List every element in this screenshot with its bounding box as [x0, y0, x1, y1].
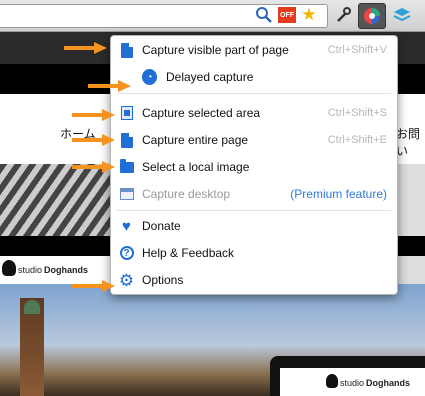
screenshot-extension-button[interactable] — [358, 3, 386, 29]
capture-menu: Capture visible part of page Ctrl+Shift+… — [110, 35, 398, 295]
tower-dome — [24, 300, 40, 314]
brand-name: Doghands — [366, 378, 410, 388]
menu-item-label: Delayed capture — [166, 70, 254, 84]
menu-item-label: Options — [142, 273, 184, 287]
menu-divider — [117, 93, 391, 94]
menu-item-options[interactable]: ⚙ Options — [111, 268, 397, 292]
annotation-arrow-icon — [72, 280, 115, 292]
menu-item-capture-selected[interactable]: Capture selected area Ctrl+Shift+S — [111, 101, 397, 125]
nav-link-contact[interactable]: お問い — [396, 125, 425, 159]
help-icon: ? — [119, 245, 134, 261]
menu-item-select-local-image[interactable]: Select a local image — [111, 155, 397, 179]
menu-item-label: Capture entire page — [142, 133, 249, 147]
menu-item-label: Donate — [142, 219, 181, 233]
menu-item-capture-visible[interactable]: Capture visible part of page Ctrl+Shift+… — [111, 38, 397, 62]
shortcut-label: Ctrl+Shift+S — [327, 107, 387, 119]
dog-logo-icon — [326, 374, 338, 388]
dog-logo-icon — [2, 260, 16, 276]
clock-icon: ◔ — [142, 69, 157, 85]
annotation-arrow-icon — [72, 109, 115, 121]
menu-item-donate[interactable]: ♥ Donate — [111, 214, 397, 238]
building-photo — [0, 164, 120, 236]
annotation-arrow-icon — [64, 42, 107, 54]
desktop-icon — [119, 186, 134, 202]
layers-icon[interactable] — [393, 6, 411, 24]
off-badge-icon[interactable]: OFF — [278, 7, 296, 23]
folder-icon — [119, 158, 134, 175]
screenshot-extension-icon — [364, 8, 380, 24]
annotation-arrow-icon — [72, 134, 115, 146]
menu-item-label: Select a local image — [142, 160, 250, 174]
shortcut-label: Ctrl+Shift+E — [327, 134, 387, 146]
annotation-arrow-icon — [88, 80, 131, 92]
menu-divider — [117, 210, 391, 211]
premium-feature-link[interactable]: (Premium feature) — [290, 187, 387, 201]
menu-item-label: Capture selected area — [142, 106, 261, 120]
brand-studio: studio — [340, 378, 365, 388]
menu-item-label: Capture desktop — [142, 187, 231, 201]
heart-icon: ♥ — [122, 217, 131, 235]
brand-studio: studio — [18, 265, 43, 275]
menu-item-help-feedback[interactable]: ? Help & Feedback — [111, 241, 397, 265]
star-icon[interactable]: ★ — [300, 5, 318, 24]
selection-icon — [119, 105, 134, 121]
shortcut-label: Ctrl+Shift+V — [327, 44, 387, 56]
document-icon — [119, 42, 134, 58]
brand-name: Doghands — [44, 265, 88, 275]
menu-item-label: Help & Feedback — [142, 246, 235, 260]
menu-item-capture-desktop[interactable]: Capture desktop (Premium feature) — [111, 182, 397, 206]
magnifier-icon[interactable] — [255, 6, 273, 24]
annotation-arrow-icon — [72, 161, 115, 173]
gear-icon: ⚙ — [118, 270, 135, 290]
menu-item-label: Capture visible part of page — [142, 43, 289, 57]
wrench-icon[interactable] — [334, 6, 352, 24]
document-icon — [119, 132, 134, 148]
menu-item-capture-entire[interactable]: Capture entire page Ctrl+Shift+E — [111, 128, 397, 152]
menu-item-delayed-capture[interactable]: ◔ Delayed capture — [111, 65, 397, 89]
